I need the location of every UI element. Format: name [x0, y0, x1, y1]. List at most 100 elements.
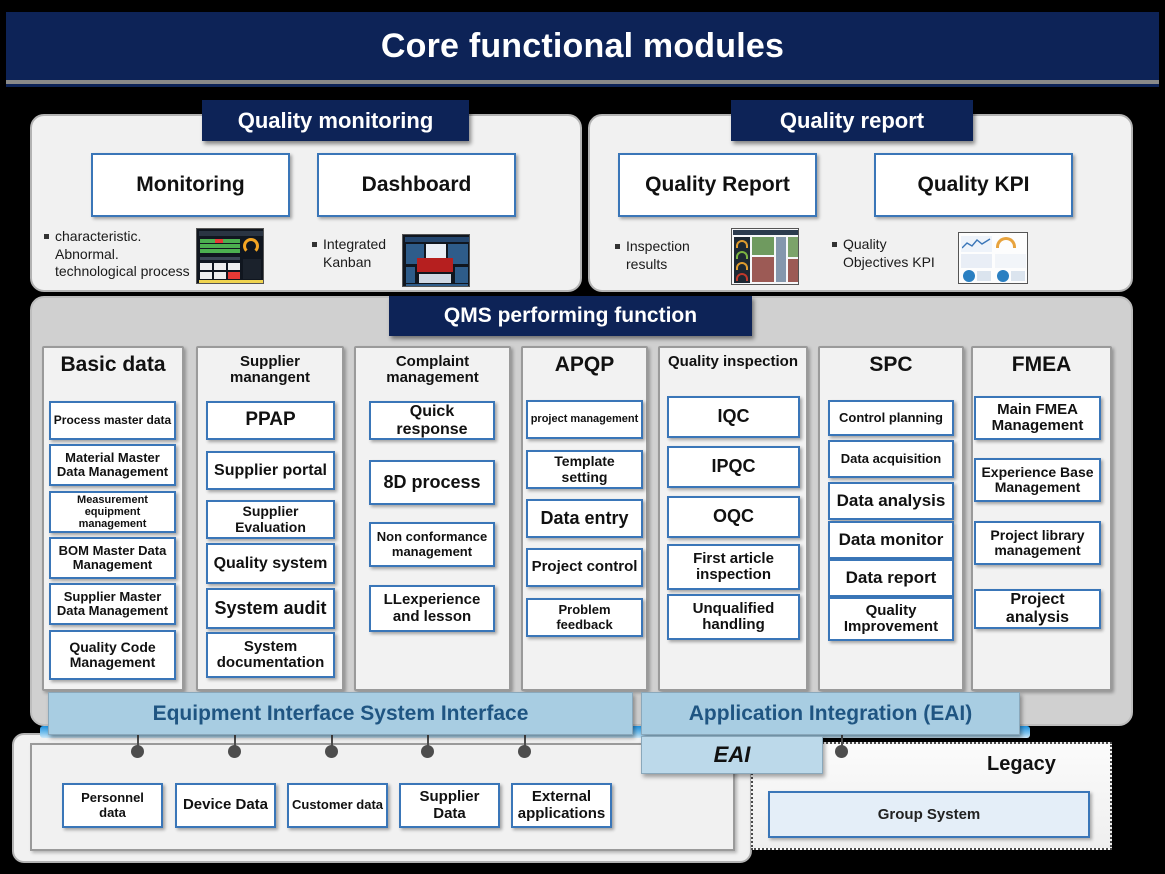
- kpi-dashboard-thumbnail: [958, 232, 1028, 284]
- module-item-bom-master-data-management[interactable]: BOM Master Data Management: [49, 537, 176, 579]
- module-item-data-monitor[interactable]: Data monitor: [828, 521, 954, 559]
- dashboard-box[interactable]: Dashboard: [317, 153, 516, 217]
- module-item-label: Data monitor: [838, 529, 944, 549]
- slide-canvas: Core functional modules Quality monitori…: [0, 0, 1165, 874]
- monitoring-box[interactable]: Monitoring: [91, 153, 290, 217]
- module-item-quality-improvement[interactable]: Quality Improvement: [828, 597, 954, 641]
- bullet-square-icon: [615, 244, 620, 249]
- module-item-experience-base-management[interactable]: Experience Base Management: [974, 458, 1101, 502]
- data-source-customer-data[interactable]: Customer data: [287, 783, 388, 828]
- connector-dot: [325, 745, 338, 758]
- monitoring-screenshot-thumbnail: [196, 228, 264, 284]
- bullet-line: Abnormal.: [55, 245, 119, 262]
- module-item-oqc[interactable]: OQC: [667, 496, 800, 538]
- module-item-label: Process master data: [53, 412, 172, 427]
- bullet-line: characteristic.: [55, 228, 142, 244]
- module-item-label: Supplier Evaluation: [235, 503, 306, 535]
- module-item-data-report[interactable]: Data report: [828, 559, 954, 597]
- module-item-label: Problem feedback: [556, 602, 613, 632]
- equipment-interface-label: Equipment Interface System Interface: [152, 701, 529, 725]
- module-item-project-control[interactable]: Project control: [526, 548, 643, 587]
- module-item-label: OQC: [712, 506, 754, 527]
- module-item-supplier-portal[interactable]: Supplier portal: [206, 451, 335, 490]
- equipment-interface-bar[interactable]: Equipment Interface System Interface: [48, 692, 633, 735]
- page-title: Core functional modules: [380, 26, 785, 65]
- qms-ribbon-label: QMS performing function: [443, 304, 698, 327]
- connector-dot: [228, 745, 241, 758]
- module-item-label: Project analysis: [1005, 591, 1070, 626]
- data-source-device-data[interactable]: Device Data: [175, 783, 276, 828]
- data-source-label: Supplier Data: [419, 788, 480, 822]
- title-divider-accent: [6, 84, 1159, 87]
- module-item-unqualified-handling[interactable]: Unqualified handling: [667, 594, 800, 640]
- legacy-item-group-system[interactable]: Group System: [768, 791, 1090, 838]
- module-item-supplier-evaluation[interactable]: Supplier Evaluation: [206, 500, 335, 539]
- module-item-data-analysis[interactable]: Data analysis: [828, 482, 954, 520]
- application-integration-label: Application Integration (EAI): [688, 701, 973, 725]
- data-source-supplier-data[interactable]: Supplier Data: [399, 783, 500, 828]
- bullet-line: Objectives KPI: [843, 253, 935, 270]
- module-item-data-acquisition[interactable]: Data acquisition: [828, 440, 954, 478]
- module-item-system-documentation[interactable]: System documentation: [206, 632, 335, 678]
- module-item-project-library-management[interactable]: Project library management: [974, 521, 1101, 565]
- quality-report-box[interactable]: Quality Report: [618, 153, 817, 217]
- module-item-ll-experience-and-lesson[interactable]: LLexperience and lesson: [369, 585, 495, 632]
- legacy-item-label: Group System: [877, 806, 981, 823]
- module-item-quality-code-management[interactable]: Quality Code Management: [49, 630, 176, 680]
- module-item-main-fmea-management[interactable]: Main FMEA Management: [974, 396, 1101, 440]
- data-source-personnel-data[interactable]: Personnel data: [62, 783, 163, 828]
- column-title-spc: SPC: [869, 353, 913, 376]
- module-item-quality-system[interactable]: Quality system: [206, 543, 335, 584]
- module-item-ppap[interactable]: PPAP: [206, 401, 335, 440]
- module-item-first-article-inspection[interactable]: First article inspection: [667, 544, 800, 590]
- column-title-basic-data: Basic data: [60, 353, 166, 376]
- module-item-non-conformance-management[interactable]: Non conformance management: [369, 522, 495, 567]
- bullet-line: Kanban: [323, 253, 372, 270]
- module-item-label: Data report: [845, 567, 937, 587]
- module-item-system-audit[interactable]: System audit: [206, 588, 335, 629]
- inspection-results-bullet: Inspection results: [615, 238, 720, 273]
- legacy-title: Legacy: [987, 753, 1056, 775]
- quality-monitoring-ribbon-label: Quality monitoring: [237, 107, 434, 133]
- module-item-label: Experience Base Management: [981, 463, 1094, 495]
- module-item-iqc[interactable]: IQC: [667, 396, 800, 438]
- module-item-label: System audit: [214, 597, 327, 618]
- monitoring-bullet: characteristic. Abnormal. technological …: [44, 228, 204, 281]
- module-item-label: Data entry: [540, 507, 629, 528]
- module-item-8d-process[interactable]: 8D process: [369, 460, 495, 505]
- module-item-material-master-data-management[interactable]: Material Master Data Management: [49, 444, 176, 486]
- module-item-project-analysis[interactable]: Project analysis: [974, 589, 1101, 629]
- column-title-complaint-management: Complaint management: [386, 353, 479, 387]
- module-item-project-management[interactable]: project management: [526, 400, 643, 439]
- quality-kpi-box[interactable]: Quality KPI: [874, 153, 1073, 217]
- eai-tag[interactable]: EAI: [641, 736, 823, 774]
- module-item-label: Template setting: [554, 453, 615, 485]
- quality-report-box-label: Quality Report: [645, 173, 790, 197]
- module-item-supplier-master-data-management[interactable]: Supplier Master Data Management: [49, 583, 176, 625]
- quality-monitoring-ribbon: Quality monitoring: [202, 100, 469, 141]
- module-item-data-entry[interactable]: Data entry: [526, 499, 643, 538]
- data-source-label: Customer data: [291, 797, 384, 813]
- module-item-label: First article inspection: [693, 549, 774, 583]
- bullet-square-icon: [832, 242, 837, 247]
- module-item-label: Project library management: [990, 526, 1085, 558]
- bullet-line: technological process: [55, 263, 190, 279]
- module-item-problem-feedback[interactable]: Problem feedback: [526, 598, 643, 637]
- module-item-template-setting[interactable]: Template setting: [526, 450, 643, 489]
- module-item-process-master-data[interactable]: Process master data: [49, 401, 176, 440]
- module-item-label: Main FMEA Management: [991, 400, 1084, 434]
- module-item-measurement-equipment-management[interactable]: Measurement equipment management: [49, 491, 176, 533]
- kanban-bullet-text: Integrated Kanban: [323, 236, 386, 271]
- module-item-label: System documentation: [216, 637, 325, 671]
- module-item-control-planning[interactable]: Control planning: [828, 400, 954, 436]
- quality-report-ribbon-label: Quality report: [779, 107, 925, 133]
- module-item-label: Quality Code Management: [69, 638, 156, 670]
- module-item-quick-response[interactable]: Quick response: [369, 401, 495, 440]
- inspection-results-bullet-text: Inspection results: [626, 238, 690, 273]
- data-source-external-applications[interactable]: External applications: [511, 783, 612, 828]
- kanban-screenshot-thumbnail: [402, 234, 470, 287]
- column-title-supplier-management: Supplier manangent: [229, 353, 310, 387]
- connector-dot: [421, 745, 434, 758]
- application-integration-bar[interactable]: Application Integration (EAI): [641, 692, 1020, 735]
- module-item-ipqc[interactable]: IPQC: [667, 446, 800, 488]
